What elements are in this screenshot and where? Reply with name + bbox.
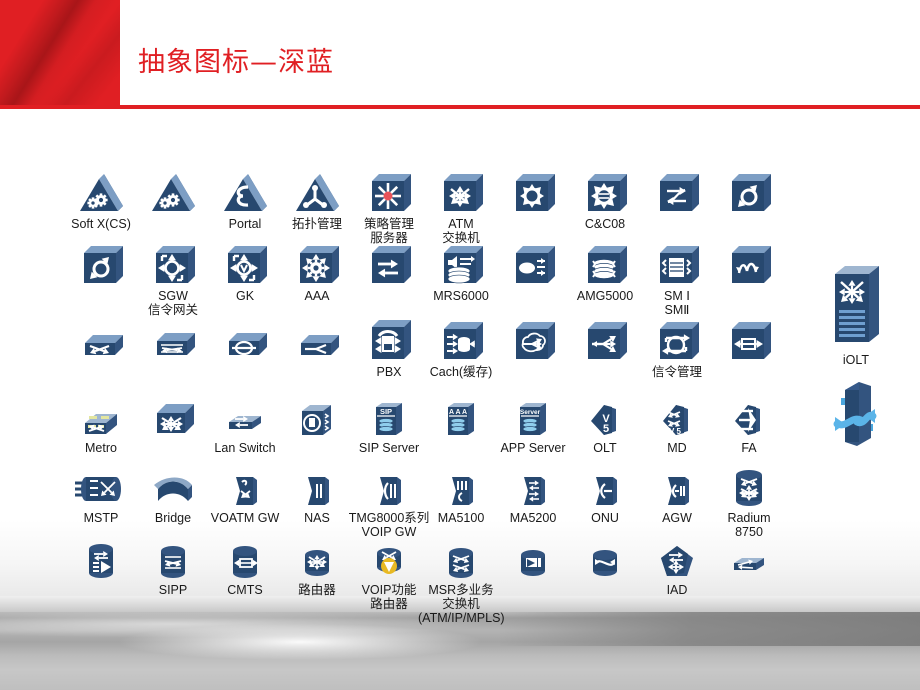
icon-label: Soft X(CS) xyxy=(71,217,131,231)
icon-label: Cach(缓存) xyxy=(429,365,493,379)
icon-label: Metro xyxy=(85,441,117,455)
header-swoosh-secondary-icon xyxy=(10,0,120,105)
icon-label: MSR多业务 交换机 (ATM/IP/MPLS) xyxy=(418,583,505,625)
icon-label: C&C08 xyxy=(584,217,626,231)
icon-label: AAA xyxy=(304,289,330,303)
icon-label: 信令管理 xyxy=(651,365,702,379)
cube-bidir-bar-icon[interactable] xyxy=(706,318,792,364)
shield-fa-icon[interactable] xyxy=(706,394,792,440)
slide-header: 抽象图标—深蓝 xyxy=(0,0,920,112)
cube-circle-arrow-icon[interactable] xyxy=(706,170,792,216)
side-icon-cell[interactable]: iOLT xyxy=(806,258,906,367)
icon-cell[interactable] xyxy=(706,242,792,289)
side-icon-cell[interactable] xyxy=(806,376,906,453)
icon-label: IAD xyxy=(666,583,688,597)
icon-cell[interactable] xyxy=(706,170,792,217)
rack-iolt-icon[interactable] xyxy=(806,258,906,352)
side-icon-label: iOLT xyxy=(842,353,870,367)
icon-label: MRS6000 xyxy=(433,289,489,303)
header-rule xyxy=(0,105,920,109)
svg-text:5: 5 xyxy=(603,423,609,435)
header-red-block xyxy=(0,0,120,105)
icon-label: Radium 8750 xyxy=(727,511,771,539)
icon-label: ATM 交换机 xyxy=(442,217,480,245)
page-title: 抽象图标—深蓝 xyxy=(138,47,334,78)
photo-dark-band xyxy=(500,612,920,646)
icon-label: FA xyxy=(741,441,757,455)
icon-label: SM Ⅰ SMⅡ xyxy=(664,289,690,317)
icon-label: SIP Server xyxy=(358,441,420,455)
icon-cell[interactable]: Radium 8750 xyxy=(706,464,792,539)
slide-canvas: 抽象图标—深蓝 Soft X(CS) Portal 拓扑管理 策略管理 服务器 ATM … xyxy=(0,0,920,690)
cylinder-radium-icon[interactable] xyxy=(706,464,792,510)
svg-text:V 5: V 5 xyxy=(669,427,682,436)
icon-cell[interactable] xyxy=(706,536,792,583)
icon-label: Lan Switch xyxy=(214,441,276,455)
icon-cell[interactable] xyxy=(706,318,792,365)
icon-cell[interactable]: FA xyxy=(706,394,792,455)
svg-text:A A A: A A A xyxy=(449,409,467,416)
svg-text:Server: Server xyxy=(520,409,541,416)
svg-text:SIP: SIP xyxy=(380,407,392,416)
blue-node-arrows-icon[interactable] xyxy=(806,376,906,452)
cube-antenna-icon[interactable] xyxy=(706,242,792,288)
flat-switch-small-icon[interactable] xyxy=(706,536,792,582)
